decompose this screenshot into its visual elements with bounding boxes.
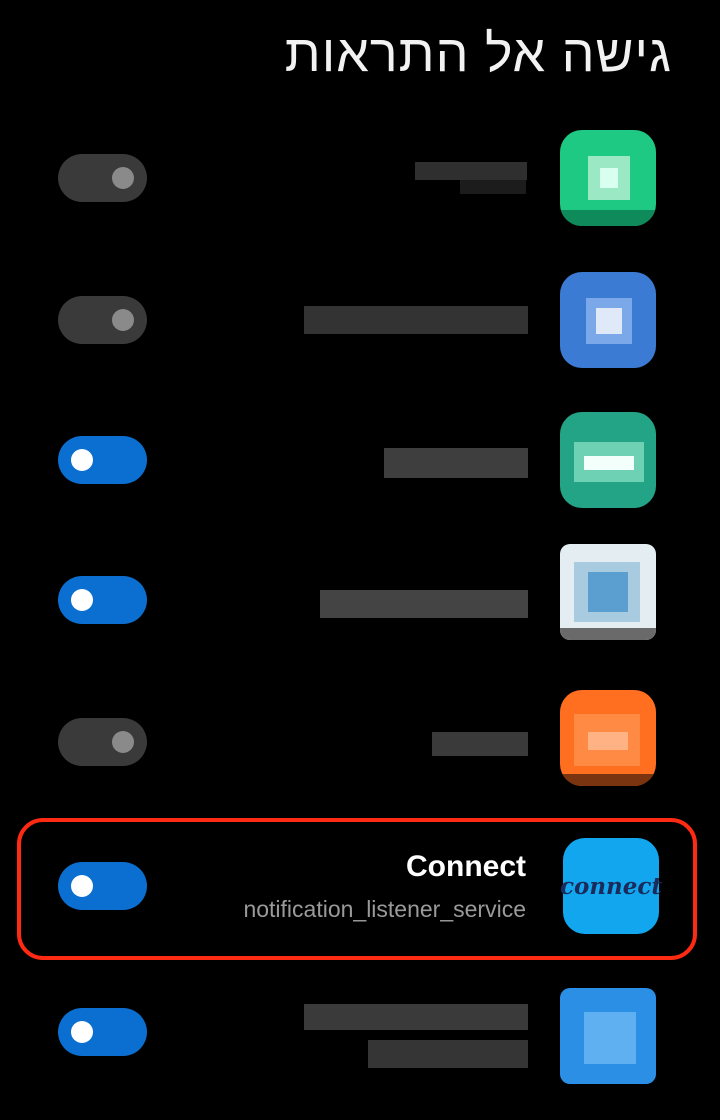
toggle-knob: [112, 167, 134, 189]
app-name-pixelated: [432, 732, 528, 756]
app-row-1[interactable]: [0, 118, 720, 238]
app-row-2[interactable]: [0, 260, 720, 380]
toggle-knob: [112, 309, 134, 331]
app-name-pixelated: [304, 1004, 528, 1030]
app-name-pixelated: [460, 180, 526, 194]
app-icon-pixelated: [560, 544, 656, 640]
app-name-pixelated: [304, 306, 528, 334]
page-title: גישה אל התראות: [284, 25, 672, 83]
app-icon-pixelated: [560, 988, 656, 1084]
app-row-7[interactable]: [0, 980, 720, 1100]
notification-access-toggle[interactable]: [58, 718, 147, 766]
notification-access-toggle[interactable]: [58, 436, 147, 484]
app-name-pixelated: [368, 1040, 528, 1068]
notification-access-toggle[interactable]: [58, 576, 147, 624]
toggle-knob: [71, 449, 93, 471]
notification-access-toggle[interactable]: [58, 296, 147, 344]
app-icon-pixelated: [560, 130, 656, 226]
app-row-4[interactable]: [0, 540, 720, 660]
app-name-pixelated: [384, 448, 528, 478]
highlight-box: [17, 818, 697, 960]
app-name-pixelated: [415, 162, 527, 180]
toggle-knob: [112, 731, 134, 753]
toggle-knob: [71, 1021, 93, 1043]
app-name-pixelated: [320, 590, 528, 618]
notification-access-toggle[interactable]: [58, 154, 147, 202]
app-icon-pixelated: [560, 690, 656, 786]
notification-access-toggle[interactable]: [58, 1008, 147, 1056]
app-row-3[interactable]: [0, 400, 720, 520]
app-row-5[interactable]: [0, 682, 720, 802]
app-icon-pixelated: [560, 412, 656, 508]
app-icon-pixelated: [560, 272, 656, 368]
toggle-knob: [71, 589, 93, 611]
